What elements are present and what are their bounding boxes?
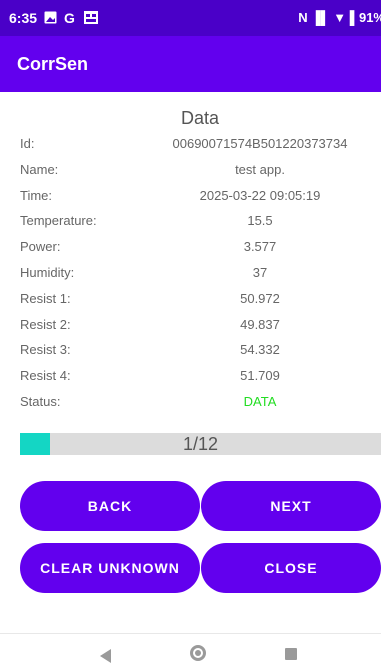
nav-divider <box>0 633 381 634</box>
field-label: Resist 2: <box>20 316 71 332</box>
progress-text: 1/12 <box>182 434 219 454</box>
data-row: Resist 3: 54.332 <box>0 342 381 362</box>
progress-bar: 1/12 <box>20 433 381 455</box>
field-value: 50.972 <box>240 290 280 306</box>
field-label: Resist 4: <box>20 368 71 384</box>
data-row: Resist 1: 50.972 <box>0 291 381 311</box>
field-label: Temperature: <box>20 213 97 229</box>
data-row: Power: 3.577 <box>0 239 381 259</box>
google-icon: G <box>64 11 75 24</box>
svg-text:G: G <box>64 11 75 24</box>
data-heading: Data <box>180 108 220 128</box>
field-value: 51.709 <box>240 368 280 384</box>
field-value: 00690071574B501220373734 <box>172 136 348 151</box>
field-label: Id: <box>20 136 35 151</box>
data-row: Id: 00690071574B501220373734 <box>0 136 381 156</box>
field-label: Resist 3: <box>20 342 71 358</box>
app-bar: CorrSen <box>0 36 381 92</box>
data-row: Humidity: 37 <box>0 265 381 285</box>
data-row: Name: test app. <box>0 162 381 182</box>
close-button[interactable]: CLOSE <box>201 543 381 593</box>
status-right: N ▐▌ ▼ ▌91% <box>298 10 381 25</box>
field-label: Power: <box>20 239 61 255</box>
data-row: Status: DATA <box>0 394 381 414</box>
field-label: Resist 1: <box>20 290 71 306</box>
app-title: CorrSen <box>17 54 89 74</box>
field-value: 15.5 <box>247 213 273 229</box>
image-icon <box>44 11 57 24</box>
next-button[interactable]: NEXT <box>201 481 381 531</box>
data-row: Resist 4: 51.709 <box>0 368 381 388</box>
field-label: Humidity: <box>20 265 75 280</box>
notification-icon <box>84 11 98 24</box>
field-label: Status: <box>20 394 61 409</box>
field-label: Name: <box>20 161 59 177</box>
nav-bar <box>0 633 381 666</box>
data-row: Resist 2: 49.837 <box>0 317 381 337</box>
field-label: Time: <box>20 187 53 203</box>
clear-unknown-button[interactable]: CLEAR UNKNOWN <box>20 543 200 593</box>
field-value: 54.332 <box>240 342 280 358</box>
status-value: DATA <box>243 394 277 409</box>
field-value: 2025-03-22 09:05:19 <box>199 187 321 203</box>
field-value: test app. <box>235 161 285 177</box>
data-row: Temperature: 15.5 <box>0 213 381 233</box>
back-nav-icon[interactable] <box>100 649 111 663</box>
field-value: 49.837 <box>240 316 280 332</box>
status-bar: 6:35 G N ▐▌ ▼ ▌91% <box>0 0 381 36</box>
data-row: Time: 2025-03-22 09:05:19 <box>0 188 381 208</box>
recents-nav-icon[interactable] <box>285 648 297 660</box>
field-value: 3.577 <box>243 239 277 255</box>
status-time: 6:35 <box>9 10 38 26</box>
home-nav-icon[interactable] <box>190 645 206 661</box>
field-value: 37 <box>252 265 268 280</box>
back-button[interactable]: BACK <box>20 481 200 531</box>
